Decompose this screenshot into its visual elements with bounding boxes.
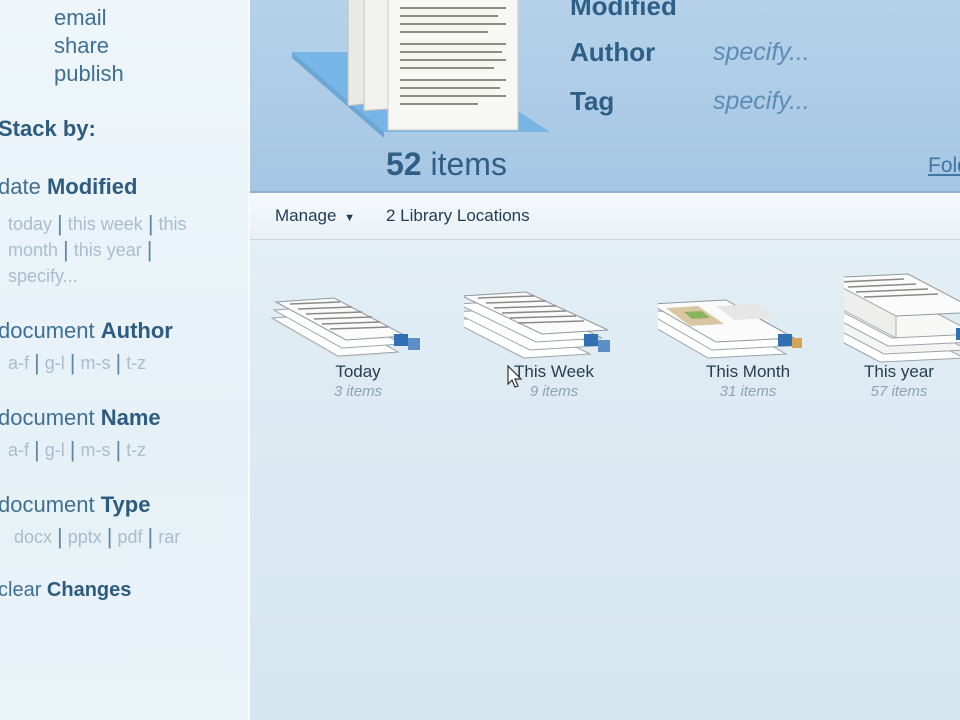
separator: | <box>57 524 63 549</box>
stack-this-year[interactable]: This year 57 items <box>844 268 960 408</box>
items-count-number: 52 <box>386 146 422 182</box>
stack-count: 3 items <box>333 383 383 400</box>
separator: | <box>115 350 122 375</box>
manage-label: Manage <box>275 206 337 225</box>
option-pdf[interactable]: pdf <box>118 527 143 547</box>
library-locations-button[interactable]: 2 Library Locations <box>386 206 530 226</box>
stack-group-document-author[interactable]: document Author <box>0 318 173 344</box>
document-stack-icon <box>844 273 960 363</box>
separator: | <box>69 350 76 375</box>
group-prefix: date <box>0 174 41 199</box>
tag-value[interactable]: specify... <box>713 87 810 116</box>
option-m-s[interactable]: m-s <box>80 353 110 373</box>
group-name: Name <box>100 405 161 430</box>
option-this-week[interactable]: this week <box>68 214 143 234</box>
option-today[interactable]: today <box>8 214 52 234</box>
name-options: a-f | g-l | m-s | t-z <box>8 437 238 463</box>
stack-this-month[interactable]: This Month 31 items <box>658 268 838 408</box>
share-link[interactable]: share <box>54 33 109 59</box>
mouse-cursor-icon <box>507 365 523 388</box>
author-options: a-f | g-l | m-s | t-z <box>8 350 238 376</box>
modified-label: Modified <box>570 0 677 21</box>
document-stack-icon <box>658 299 802 359</box>
tag-label: Tag <box>570 86 615 116</box>
command-bar: Manage ▼ 2 Library Locations <box>250 193 960 240</box>
stack-this-week[interactable]: This Week 9 items <box>464 268 644 408</box>
manage-button[interactable]: Manage ▼ <box>275 206 355 226</box>
separator: | <box>69 437 76 462</box>
separator: | <box>63 237 69 262</box>
option-docx[interactable]: docx <box>14 527 52 547</box>
stack-label: This Week <box>514 362 594 381</box>
group-prefix: document <box>0 318 95 343</box>
document-stack-icon <box>292 0 550 138</box>
option-t-z[interactable]: t-z <box>126 353 146 373</box>
separator: | <box>34 350 40 375</box>
stack-today[interactable]: Today 3 items <box>268 268 448 408</box>
stack-group-document-type[interactable]: document Type <box>0 492 150 518</box>
task-pane: email share publish Stack by: date Modif… <box>0 0 250 720</box>
option-m-s[interactable]: m-s <box>80 440 110 460</box>
option-t-z[interactable]: t-z <box>126 440 146 460</box>
separator: | <box>147 211 154 236</box>
items-count: 52 items <box>386 146 507 183</box>
separator: | <box>57 211 63 236</box>
folder-link[interactable]: Folder <box>928 154 960 178</box>
clear-prefix: clear <box>0 579 42 601</box>
option-g-l[interactable]: g-l <box>45 353 65 373</box>
type-options: docx | pptx | pdf | rar <box>14 524 244 550</box>
clear-changes-link[interactable]: clear Changes <box>0 579 131 602</box>
date-options: today | this week | this month | this year | spe… <box>8 211 238 289</box>
document-stack-icon <box>270 297 420 358</box>
stack-count: 9 items <box>529 383 579 400</box>
clear-name: Changes <box>46 579 132 601</box>
option-specify[interactable]: specify... <box>8 266 78 286</box>
items-count-word: items <box>430 146 507 182</box>
email-link[interactable]: email <box>54 5 107 31</box>
stack-label: This year <box>864 362 934 381</box>
details-header: Modified Author specify... Tag specify..… <box>250 0 960 193</box>
stack-count: 57 items <box>870 383 928 400</box>
group-name: Modified <box>46 174 138 199</box>
option-a-f[interactable]: a-f <box>8 353 29 373</box>
stack-group-document-name[interactable]: document Name <box>0 405 161 431</box>
separator: | <box>115 437 122 462</box>
stack-group-date-modified[interactable]: date Modified <box>0 174 137 200</box>
separator: | <box>106 524 113 549</box>
separator: | <box>34 437 40 462</box>
separator: | <box>147 524 154 549</box>
group-prefix: document <box>0 405 95 430</box>
stacks-view: Today 3 items This Week 9 items This Mon… <box>250 240 960 720</box>
option-g-l[interactable]: g-l <box>45 440 65 460</box>
author-label: Author <box>570 37 656 67</box>
stack-label: Today <box>335 362 381 381</box>
separator: | <box>146 237 153 262</box>
option-a-f[interactable]: a-f <box>8 440 29 460</box>
stack-label: This Month <box>705 362 791 381</box>
stack-by-heading: Stack by: <box>0 116 96 142</box>
group-name: Type <box>100 492 151 517</box>
stack-count: 31 items <box>719 383 777 400</box>
option-rar[interactable]: rar <box>158 527 180 547</box>
publish-link[interactable]: publish <box>54 61 124 87</box>
chevron-down-icon: ▼ <box>344 212 356 224</box>
stack-by-label: Stack by: <box>0 116 96 141</box>
author-value[interactable]: specify... <box>713 38 810 67</box>
option-pptx[interactable]: pptx <box>68 527 102 547</box>
option-this-year[interactable]: this year <box>74 240 142 260</box>
group-prefix: document <box>0 492 95 517</box>
group-name: Author <box>100 318 173 343</box>
document-stack-icon <box>464 291 610 359</box>
